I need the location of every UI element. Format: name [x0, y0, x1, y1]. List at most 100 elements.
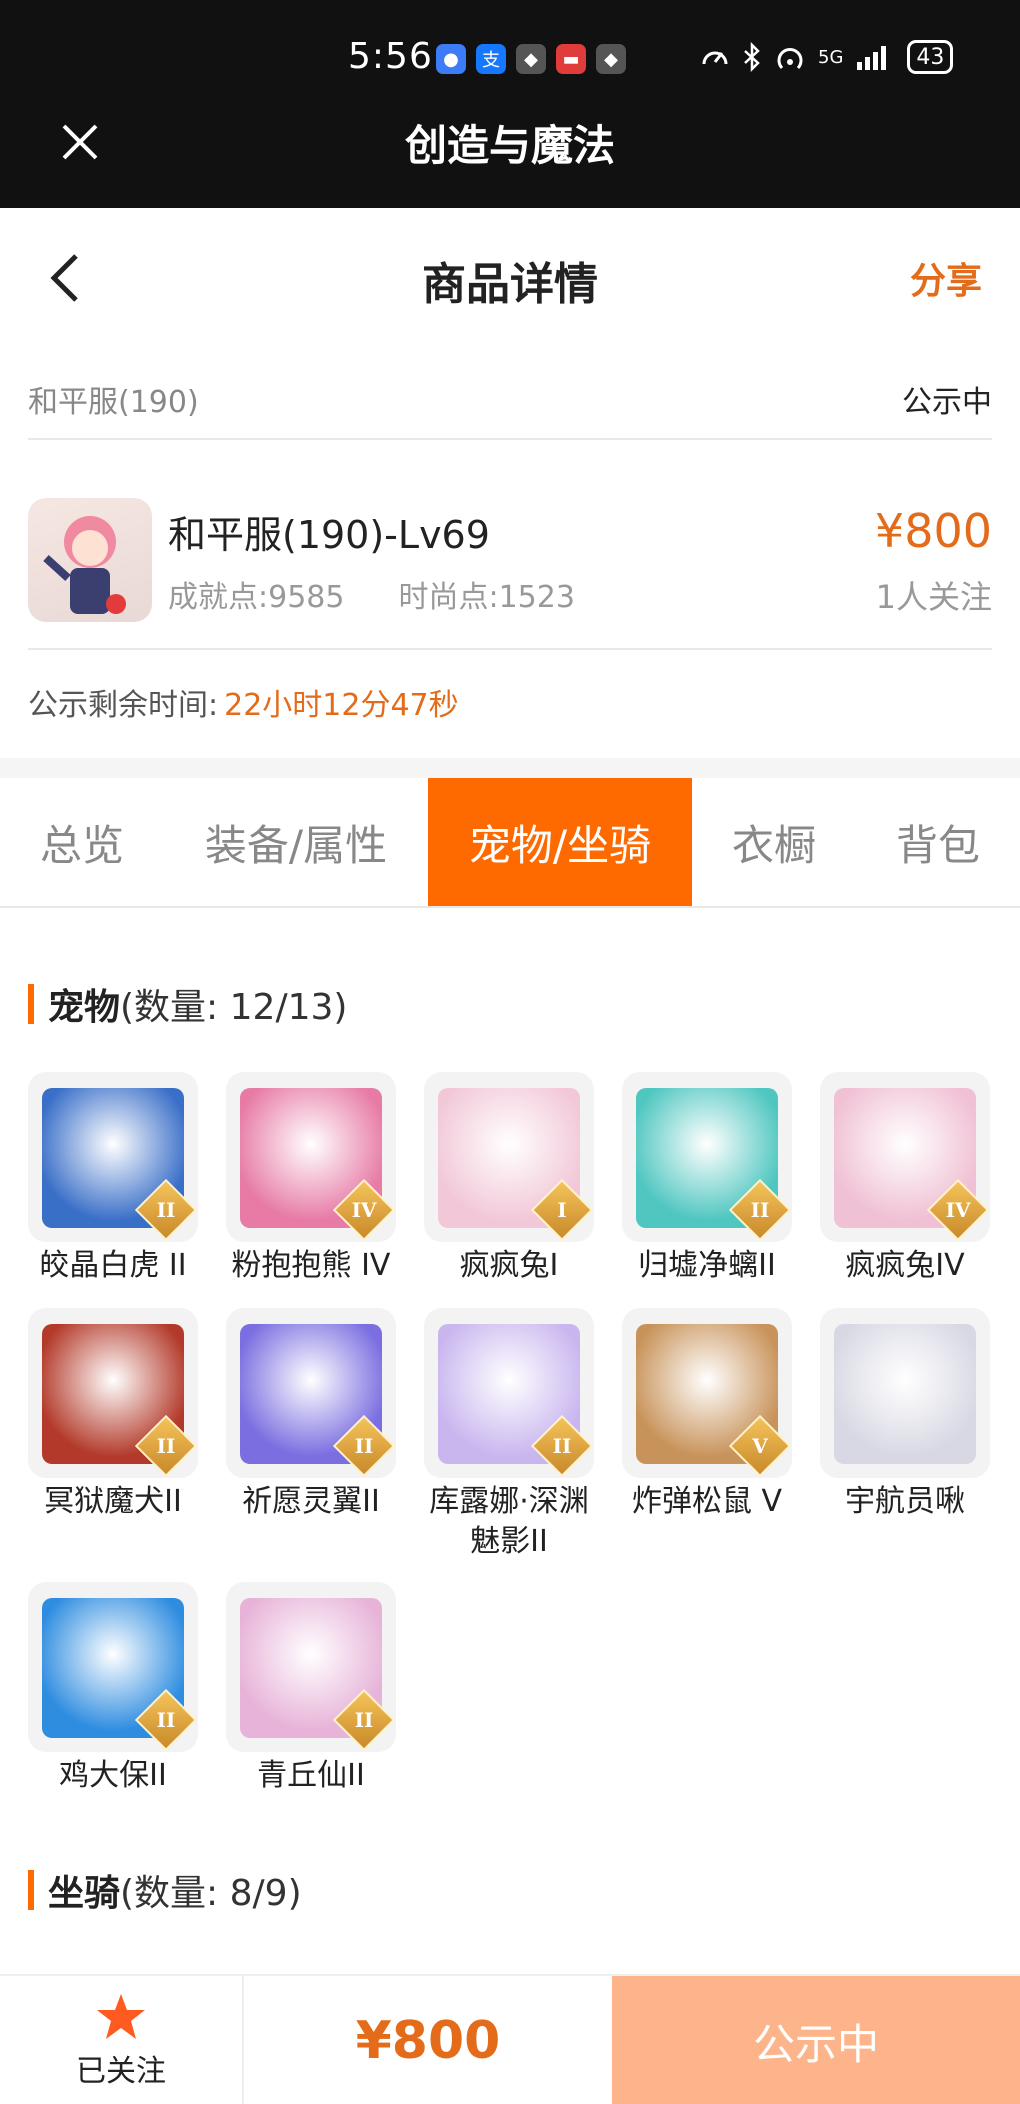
- character-avatar: [28, 498, 152, 622]
- app-bar: 创造与魔法: [0, 100, 1020, 208]
- pet-card[interactable]: IV 粉抱抱熊 IV: [226, 1072, 396, 1286]
- message-app-icon: ●: [436, 44, 466, 74]
- page-header: 商品详情 分享: [0, 208, 1020, 338]
- pet-thumbnail: II: [424, 1308, 594, 1478]
- pet-card[interactable]: IV 疯疯兔IV: [820, 1072, 990, 1286]
- pet-thumbnail: II: [622, 1072, 792, 1242]
- tier-badge-label: V: [752, 1434, 768, 1458]
- pet-card[interactable]: II 祈愿灵翼II: [226, 1308, 396, 1522]
- tier-badge-label: II: [354, 1434, 374, 1458]
- tier-badge-label: II: [156, 1434, 176, 1458]
- pet-thumbnail: II: [226, 1582, 396, 1752]
- star-icon: [97, 1994, 145, 2039]
- follow-label: 已关注: [76, 2054, 166, 2089]
- section-accent-bar: [28, 984, 34, 1024]
- server-name: 和平服(190): [28, 385, 199, 420]
- pets-heading: 宠物: [48, 987, 121, 1028]
- pet-image: [834, 1324, 976, 1464]
- tab-equipment[interactable]: 装备/属性: [164, 778, 428, 906]
- pet-card[interactable]: II 归墟净螭II: [622, 1072, 792, 1286]
- pet-card[interactable]: 宇航员啾: [820, 1308, 990, 1522]
- pets-section-title: 宠物 (数量: 12/13): [28, 978, 347, 1030]
- game-app-icon: ◆: [516, 44, 546, 74]
- status-button[interactable]: 公示中: [612, 1976, 1020, 2104]
- mounts-heading: 坐骑: [48, 1873, 121, 1914]
- notification-icons: ● 支 ◆ ▬ ◆: [436, 44, 626, 74]
- signal-icon: [857, 46, 887, 70]
- page-title: 商品详情: [422, 259, 598, 310]
- bottom-action-bar: 已关注 ¥800 公示中: [0, 1974, 1020, 2104]
- tier-badge-label: II: [552, 1434, 572, 1458]
- share-button[interactable]: 分享: [910, 252, 982, 304]
- achievement-points: 成就点:9585: [168, 580, 345, 615]
- pet-name: 疯疯兔IV: [845, 1248, 965, 1283]
- pet-thumbnail: II: [28, 1308, 198, 1478]
- pet-name: 粉抱抱熊 IV: [231, 1248, 391, 1283]
- pet-thumbnail: [820, 1308, 990, 1478]
- speedometer-icon: [702, 51, 728, 65]
- bluetooth-icon: [744, 42, 760, 72]
- tier-badge-label: II: [354, 1708, 374, 1732]
- pet-thumbnail: II: [28, 1072, 198, 1242]
- server-row: 和平服(190) 公示中: [28, 360, 992, 440]
- network-type: 5G: [818, 46, 844, 68]
- tab-bar: 总览 装备/属性 宠物/坐骑 衣橱 背包: [0, 778, 1020, 908]
- battery-level: 43: [916, 44, 945, 70]
- pet-name: 鸡大保II: [59, 1758, 167, 1793]
- pet-name: 宇航员啾: [845, 1484, 965, 1519]
- hotspot-icon: [777, 48, 803, 70]
- follow-button[interactable]: 已关注: [0, 1976, 244, 2104]
- tier-badge-label: II: [750, 1198, 770, 1222]
- alipay-app-icon: 支: [476, 44, 506, 74]
- mounts-section-title: 坐骑 (数量: 8/9): [28, 1864, 302, 1916]
- pet-name: 青丘仙II: [257, 1758, 365, 1793]
- tier-badge-label: IV: [351, 1198, 377, 1222]
- system-icons: 5G 43: [700, 40, 954, 74]
- pet-thumbnail: II: [28, 1582, 198, 1752]
- pet-name: 炸弹松鼠 V: [631, 1484, 783, 1519]
- pet-card[interactable]: V 炸弹松鼠 V: [622, 1308, 792, 1522]
- tab-pets-mounts[interactable]: 宠物/坐骑: [428, 778, 692, 906]
- tab-backpack[interactable]: 背包: [856, 778, 1020, 906]
- pet-name: 归墟净螭II: [638, 1248, 776, 1283]
- listing-status: 公示中: [902, 385, 992, 420]
- pets-count: (数量: 12/13): [120, 987, 348, 1028]
- character-stats: 成就点:9585 时尚点:1523: [168, 572, 575, 616]
- app-title: 创造与魔法: [404, 121, 615, 170]
- pet-thumbnail: I: [424, 1072, 594, 1242]
- fashion-points: 时尚点:1523: [398, 580, 575, 615]
- character-name: 和平服(190)-Lv69: [168, 513, 490, 557]
- pet-name: 冥狱魔犬II: [44, 1484, 182, 1519]
- tab-wardrobe[interactable]: 衣橱: [692, 778, 856, 906]
- battery-indicator: 43: [907, 40, 954, 74]
- pet-card[interactable]: II 皎晶白虎 II: [28, 1072, 198, 1286]
- follower-count: 1人关注: [875, 578, 992, 616]
- tier-badge-label: IV: [945, 1198, 971, 1222]
- pet-card[interactable]: II 青丘仙II: [226, 1582, 396, 1796]
- pet-thumbnail: V: [622, 1308, 792, 1478]
- character-summary[interactable]: 和平服(190)-Lv69 成就点:9585 时尚点:1523 ¥800 1人关…: [28, 468, 992, 650]
- tab-overview[interactable]: 总览: [0, 778, 164, 906]
- pet-thumbnail: II: [226, 1308, 396, 1478]
- pet-thumbnail: IV: [226, 1072, 396, 1242]
- pet-card[interactable]: II 鸡大保II: [28, 1582, 198, 1796]
- tier-badge-label: II: [156, 1708, 176, 1732]
- pet-thumbnail: IV: [820, 1072, 990, 1242]
- listing-price: ¥800: [874, 504, 992, 558]
- pet-name: 疯疯兔I: [459, 1248, 559, 1283]
- pet-card[interactable]: II 冥狱魔犬II: [28, 1308, 198, 1522]
- pet-card[interactable]: I 疯疯兔I: [424, 1072, 594, 1286]
- red-app-icon: ▬: [556, 44, 586, 74]
- bottom-price: ¥800: [355, 2011, 501, 2071]
- pet-card[interactable]: II 库露娜·深渊魅影II: [424, 1308, 594, 1562]
- section-accent-bar: [28, 1870, 34, 1910]
- game-app-icon-2: ◆: [596, 44, 626, 74]
- countdown-value: 22小时12分47秒: [224, 688, 459, 723]
- pet-name: 库露娜·深渊魅影II: [429, 1484, 589, 1559]
- section-divider: [0, 758, 1020, 778]
- pet-name: 祈愿灵翼II: [242, 1484, 380, 1519]
- status-time: 5:56: [348, 36, 433, 77]
- countdown-label: 公示剩余时间:: [28, 688, 219, 723]
- tier-badge-label: II: [156, 1198, 176, 1222]
- mounts-count: (数量: 8/9): [120, 1873, 302, 1914]
